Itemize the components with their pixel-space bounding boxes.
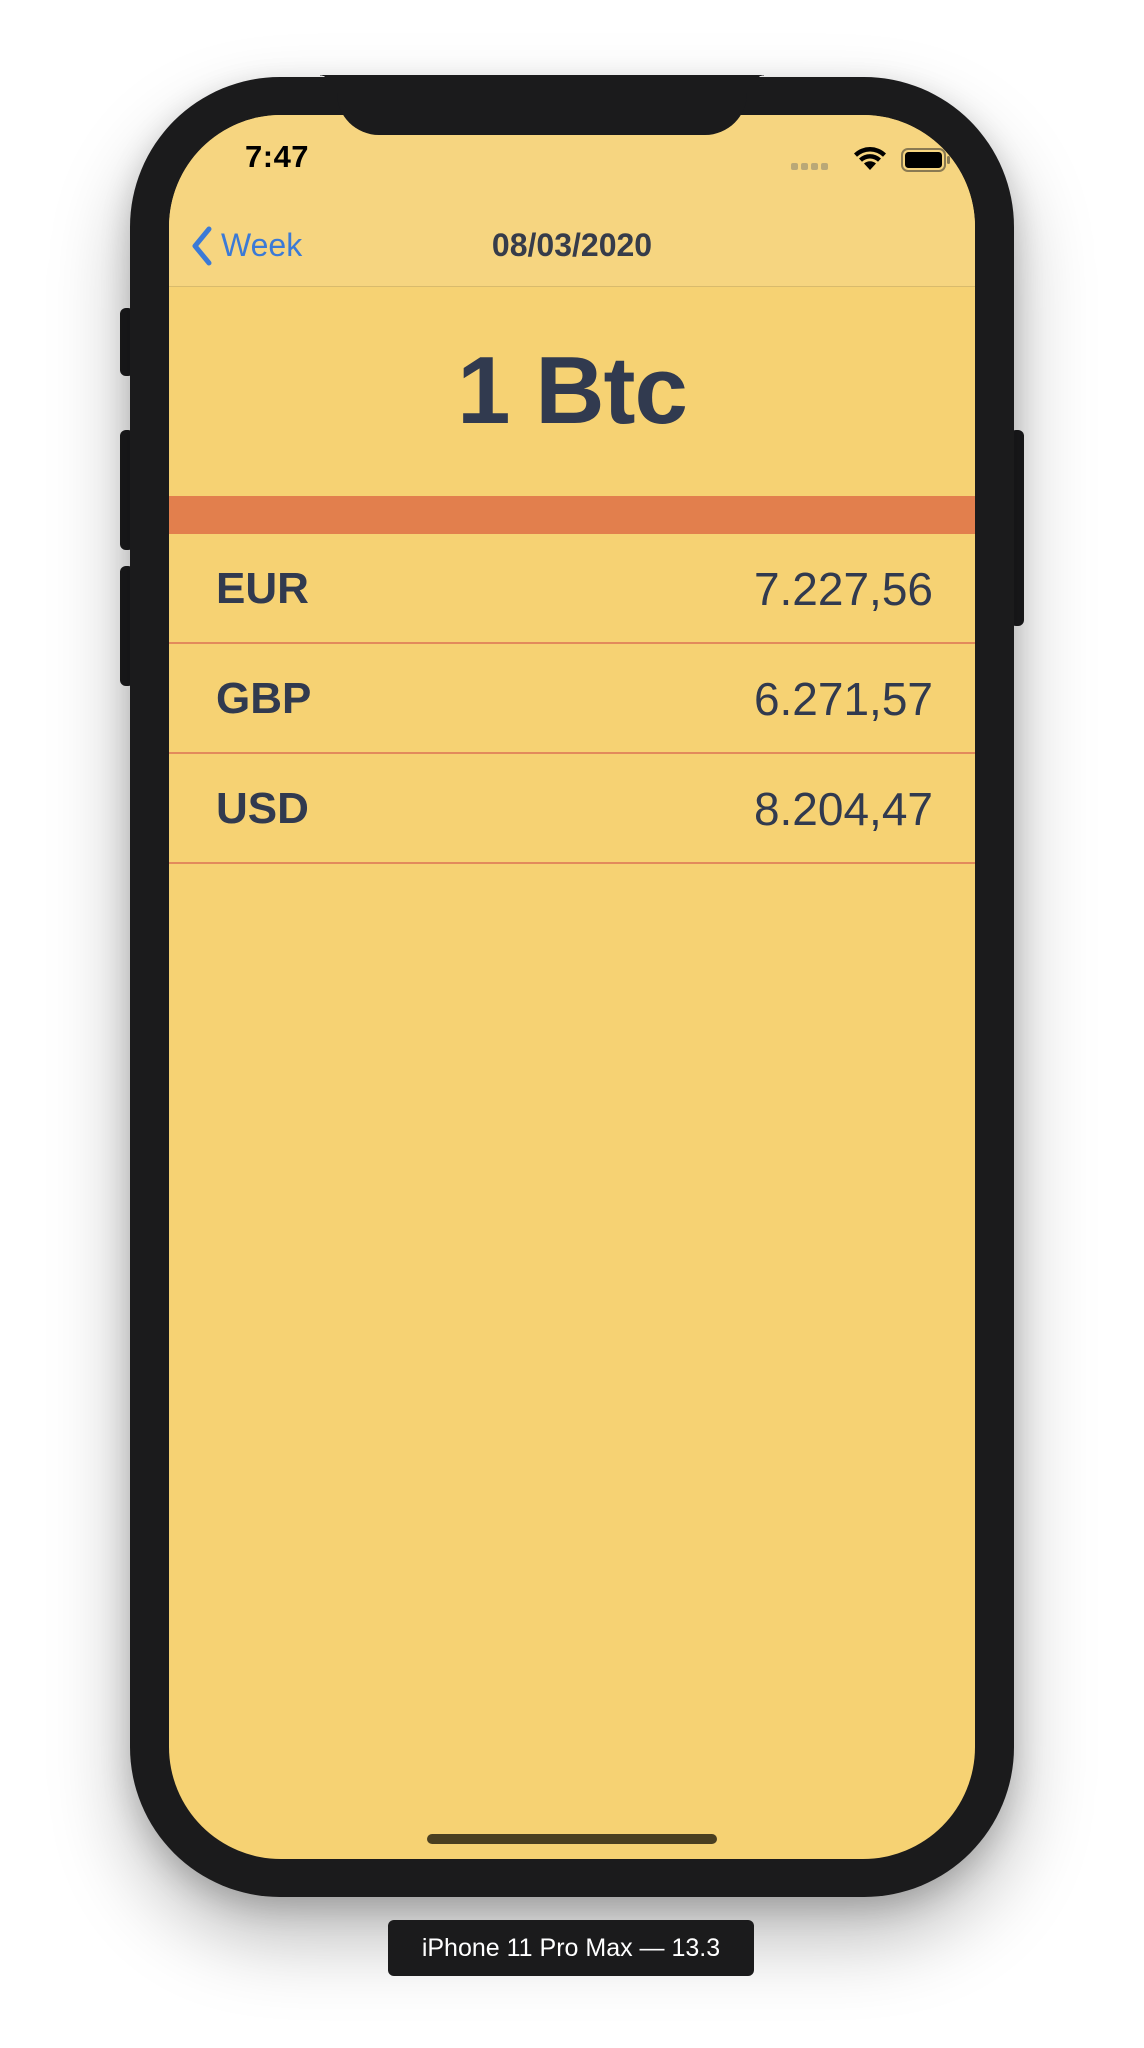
accent-strip [169, 496, 975, 534]
currency-code: GBP [216, 674, 312, 723]
currency-value: 6.271,57 [753, 673, 933, 725]
rate-list: EUR 7.227,56 GBP 6.271,57 USD 8.204,47 [169, 534, 975, 864]
currency-code: USD [216, 784, 309, 833]
wifi-icon [854, 147, 886, 170]
nav-title: 08/03/2020 [491, 227, 653, 263]
navigation-bar: Week 08/03/2020 [169, 205, 975, 287]
rate-row-eur[interactable]: EUR 7.227,56 [169, 534, 975, 644]
cellular-signal-icon [791, 163, 828, 170]
device-caption: iPhone 11 Pro Max — 13.3 [388, 1920, 754, 1976]
amount-header: 1 Btc [457, 337, 688, 444]
rate-row-usd[interactable]: USD 8.204,47 [169, 754, 975, 864]
home-indicator[interactable] [427, 1834, 717, 1844]
notch [317, 75, 767, 135]
currency-code: EUR [216, 564, 309, 613]
phone-frame: 7:47 Week 08/03/2020 1 Btc EUR 7.227,56 … [130, 75, 1014, 1897]
status-time: 7:47 [245, 139, 310, 174]
battery-icon [901, 148, 950, 172]
rate-row-gbp[interactable]: GBP 6.271,57 [169, 644, 975, 754]
phone-screen: 7:47 Week 08/03/2020 1 Btc EUR 7.227,56 … [169, 115, 975, 1859]
currency-value: 7.227,56 [753, 563, 933, 615]
currency-value: 8.204,47 [753, 783, 933, 835]
simulator-stage: 7:47 Week 08/03/2020 1 Btc EUR 7.227,56 … [0, 0, 1144, 2048]
